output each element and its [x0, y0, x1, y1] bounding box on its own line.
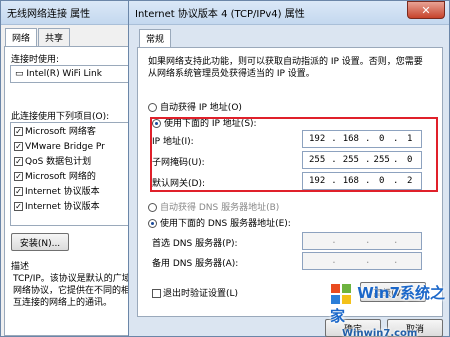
auto-ip-option[interactable]: 自动获得 IP 地址(O) — [148, 100, 242, 113]
back-panel: 连接时使用: ▭ Intel(R) WiFi Link 此连接使用下列项目(O)… — [4, 46, 138, 336]
items-label: 此连接使用下列项目(O): — [11, 112, 110, 122]
auto-ip-radio[interactable] — [148, 103, 157, 112]
description-text: TCP/IP。该协议是默认的广域网络协议，它提供在不同的相互连接的网络上的通讯。 — [13, 274, 131, 308]
adapter-name: Intel(R) WiFi Link — [26, 69, 102, 79]
ip-settings-highlight — [150, 117, 438, 192]
front-tabs: 常规 — [129, 29, 449, 47]
list-item[interactable]: ✓ Internet 协议版本 — [14, 200, 134, 215]
checkbox[interactable]: ✓ — [14, 127, 23, 136]
checkbox[interactable]: ✓ — [14, 172, 23, 181]
list-item[interactable]: ✓ Microsoft 网络客 — [14, 125, 134, 140]
tab-network[interactable]: 网络 — [5, 28, 38, 46]
windows-logo-icon — [331, 283, 351, 304]
back-titlebar: 无线网络连接 属性 — [1, 1, 139, 25]
watermark: Win7系统之家 Winwin7.com — [330, 282, 448, 337]
preferred-dns-field[interactable]: ... — [302, 232, 422, 250]
intro-text: 如果网络支持此功能，则可以获取自动指派的 IP 设置。否则，您需要从网络系统管理… — [148, 57, 423, 79]
tab-general[interactable]: 常规 — [139, 29, 172, 47]
list-item[interactable]: ✓ Microsoft 网络的 — [14, 170, 134, 185]
use-dns-option[interactable]: 使用下面的 DNS 服务器地址(E): — [148, 216, 291, 229]
front-title: Internet 协议版本 4 (TCP/IPv4) 属性 — [135, 9, 305, 20]
description-label: 描述 — [11, 262, 30, 272]
alternate-dns-label: 备用 DNS 服务器(A): — [152, 259, 239, 269]
list-item[interactable]: ✓ VMware Bridge Pr — [14, 140, 134, 155]
back-title: 无线网络连接 属性 — [7, 9, 91, 20]
watermark-url: Winwin7.com — [342, 327, 418, 337]
validate-checkbox[interactable] — [152, 289, 161, 298]
auto-dns-radio[interactable] — [148, 203, 157, 212]
checkbox[interactable]: ✓ — [14, 142, 23, 151]
tab-sharing[interactable]: 共享 — [38, 28, 71, 46]
network-adapter-icon: ▭ — [15, 69, 27, 79]
close-button[interactable]: ✕ — [407, 1, 445, 19]
front-titlebar: Internet 协议版本 4 (TCP/IPv4) 属性 — [129, 1, 449, 25]
network-properties-window: 无线网络连接 属性 网络 共享 连接时使用: ▭ Intel(R) WiFi L… — [0, 0, 140, 337]
connect-using-label: 连接时使用: — [11, 55, 60, 65]
list-item[interactable]: ✓ QoS 数据包计划 — [14, 155, 134, 170]
adapter-field: ▭ Intel(R) WiFi Link — [10, 65, 138, 83]
checkbox[interactable]: ✓ — [14, 157, 23, 166]
validate-option[interactable]: 退出时验证设置(L) — [152, 286, 238, 299]
items-list: ✓ Microsoft 网络客 ✓ VMware Bridge Pr ✓ QoS 数据… — [10, 122, 138, 226]
watermark-logo: Win7系统之家 — [330, 282, 448, 326]
list-item[interactable]: ✓ Internet 协议版本 — [14, 185, 134, 200]
checkbox[interactable]: ✓ — [14, 202, 23, 211]
use-dns-radio[interactable] — [148, 219, 157, 228]
back-tabs: 网络 共享 — [1, 28, 139, 46]
preferred-dns-label: 首选 DNS 服务器(P): — [152, 239, 238, 249]
install-button[interactable]: 安装(N)... — [11, 233, 69, 251]
alternate-dns-field[interactable]: ... — [302, 252, 422, 270]
checkbox[interactable]: ✓ — [14, 187, 23, 196]
auto-dns-option[interactable]: 自动获得 DNS 服务器地址(B) — [148, 200, 279, 213]
